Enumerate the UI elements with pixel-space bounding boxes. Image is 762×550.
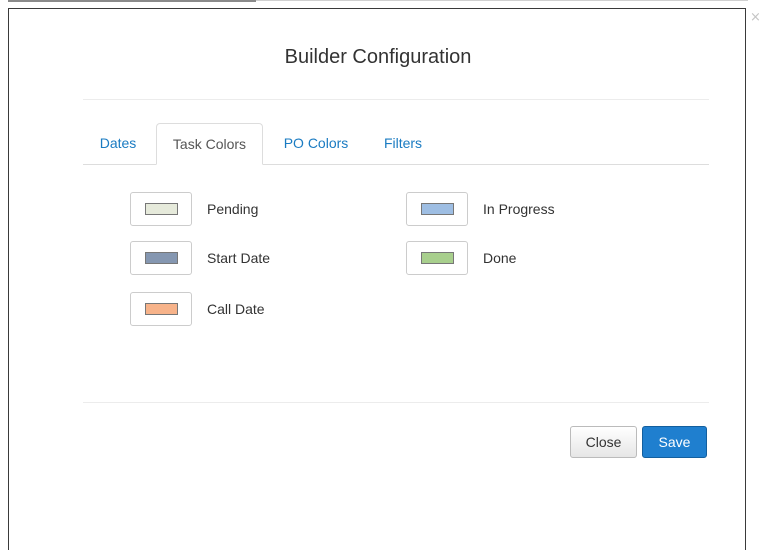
color-picker-button[interactable] <box>130 241 192 275</box>
color-picker-button[interactable] <box>130 192 192 226</box>
dialog-title: Builder Configuration <box>284 46 472 68</box>
tab-dates[interactable]: Dates <box>89 123 147 164</box>
color-swatch <box>145 203 178 215</box>
color-label: In Progress <box>483 201 555 217</box>
builder-configuration-dialog: Builder Configuration Dates Task Colors … <box>8 8 746 550</box>
color-label: Call Date <box>207 301 265 317</box>
color-swatch <box>421 203 454 215</box>
color-swatch <box>145 303 178 315</box>
tab-task-colors[interactable]: Task Colors <box>156 123 263 165</box>
background-edge <box>8 0 256 2</box>
close-button[interactable]: Close <box>570 426 637 458</box>
close-icon[interactable]: × <box>750 11 761 24</box>
color-swatch <box>145 252 178 264</box>
color-picker-button[interactable] <box>406 241 468 275</box>
color-picker-button[interactable] <box>130 292 192 326</box>
color-label: Start Date <box>207 250 271 266</box>
tab-filters[interactable]: Filters <box>371 123 435 164</box>
footer-divider <box>83 402 709 403</box>
save-button[interactable]: Save <box>642 426 707 458</box>
color-picker-button[interactable] <box>406 192 468 226</box>
background-edge <box>256 0 748 1</box>
tab-po-colors[interactable]: PO Colors <box>271 123 361 164</box>
header-divider <box>83 99 709 100</box>
page: × Builder Configuration Dates Task Color… <box>0 0 762 550</box>
color-swatch <box>421 252 454 264</box>
color-label: Done <box>483 250 517 266</box>
color-label: Pending <box>207 201 259 217</box>
tab-bar: Dates Task Colors PO Colors Filters <box>83 123 709 165</box>
